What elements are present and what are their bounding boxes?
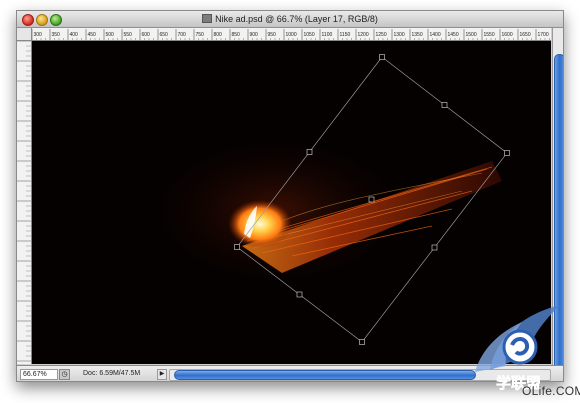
ruler-label: 650 <box>160 32 169 38</box>
handle-bottom-right-mid[interactable] <box>431 244 438 251</box>
ruler-label: 1450 <box>448 32 459 38</box>
status-menu-icon[interactable]: ◷ <box>59 369 70 380</box>
ruler-label: 1350 <box>412 32 423 38</box>
ruler-label: 350 <box>52 32 61 38</box>
handle-center[interactable] <box>368 196 375 203</box>
vertical-ruler-ticks <box>17 41 31 362</box>
logo-circle <box>502 329 538 365</box>
ruler-label: 450 <box>88 32 97 38</box>
handle-top-left-mid[interactable] <box>306 149 313 155</box>
watermark-text: OLife.COM <box>522 384 580 398</box>
ruler-label: 1300 <box>394 32 405 38</box>
horizontal-scroll-thumb[interactable] <box>174 370 476 380</box>
handle-left[interactable] <box>234 244 240 250</box>
ruler-label: 1650 <box>520 32 531 38</box>
ruler-label: 1150 <box>340 32 351 38</box>
ruler-label: 1550 <box>484 32 495 38</box>
ruler-label: 1000 <box>286 32 297 38</box>
document-info: Doc: 6.59M/47.5M <box>83 370 141 377</box>
title-bar[interactable]: Nike ad.psd @ 66.7% (Layer 17, RGB/8) <box>17 11 563 28</box>
handle-right[interactable] <box>504 150 510 156</box>
ruler-label: 400 <box>70 32 79 38</box>
ruler-label: 600 <box>142 32 151 38</box>
ruler-label: 900 <box>250 32 259 38</box>
horizontal-ruler[interactable]: 300 350 400 450 500 550 600 650 700 750 800 850 900 9… <box>32 28 551 41</box>
vertical-ruler[interactable] <box>17 41 32 364</box>
flame-core <box>228 200 292 248</box>
ruler-label: 1050 <box>304 32 315 38</box>
ruler-label: 1250 <box>376 32 387 38</box>
document-icon <box>202 14 213 23</box>
ruler-label: 850 <box>232 32 241 38</box>
ruler-label: 500 <box>106 32 115 38</box>
ruler-label: 800 <box>214 32 223 38</box>
ruler-label: 1500 <box>466 32 477 38</box>
ruler-label: 1600 <box>502 32 513 38</box>
handle-bottom[interactable] <box>359 339 365 345</box>
ruler-label: 1200 <box>358 32 369 38</box>
handle-bottom-left-mid[interactable] <box>296 291 303 298</box>
ruler-origin[interactable] <box>17 28 32 41</box>
window-title-wrap: Nike ad.psd @ 66.7% (Layer 17, RGB/8) <box>17 13 563 25</box>
horizontal-ruler-ticks: 300 350 400 450 500 550 600 650 700 750 800 850 900 9… <box>32 29 550 40</box>
ruler-label: 1700 <box>538 32 549 38</box>
ruler-label: 1400 <box>430 32 441 38</box>
handle-top-right-mid[interactable] <box>441 102 448 108</box>
ruler-label: 1100 <box>322 32 333 38</box>
ruler-label: 550 <box>124 32 133 38</box>
zoom-level-field[interactable]: 66.67% <box>20 369 58 380</box>
ruler-label: 750 <box>196 32 205 38</box>
window-title: Nike ad.psd @ 66.7% (Layer 17, RGB/8) <box>215 14 378 24</box>
handle-top[interactable] <box>379 54 385 60</box>
ruler-label: 700 <box>178 32 187 38</box>
ruler-label: 300 <box>34 32 43 38</box>
ruler-label: 950 <box>268 32 277 38</box>
status-arrow-icon[interactable]: ▶ <box>157 369 167 380</box>
